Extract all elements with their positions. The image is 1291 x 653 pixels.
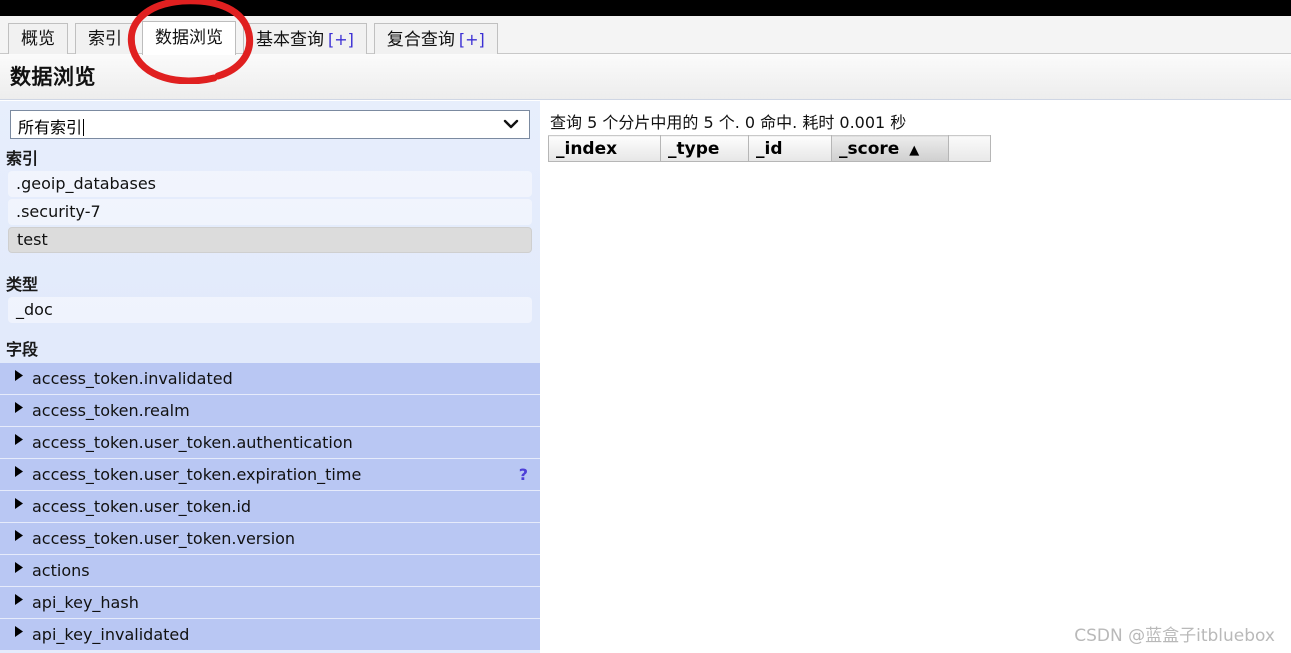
tab-0[interactable]: 概览 — [8, 23, 68, 55]
index-select-dropdown[interactable]: 所有索引 — [10, 110, 530, 139]
tab-plus-marker[interactable]: [+] — [459, 30, 485, 49]
triangle-right-icon[interactable] — [14, 619, 24, 651]
type-list: _doc — [0, 297, 540, 325]
index-select-value-text: 所有索引 — [18, 118, 83, 137]
column-header-label: _type — [668, 138, 720, 159]
field-name: access_token.user_token.authentication — [32, 433, 353, 452]
results-pane: 查询 5 个分片中用的 5 个. 0 命中. 耗时 0.001 秒 _index… — [540, 101, 1291, 653]
tab-label: 索引 — [88, 29, 122, 49]
field-list-item[interactable]: api_key_hash — [0, 587, 540, 619]
tab-label: 数据浏览 — [155, 28, 223, 48]
sort-ascending-icon[interactable]: ▲ — [909, 143, 919, 158]
result-summary: 查询 5 个分片中用的 5 个. 0 命中. 耗时 0.001 秒 — [550, 113, 907, 132]
field-list: access_token.invalidated access_token.rea… — [0, 363, 540, 651]
field-name: actions — [32, 561, 90, 580]
tab-4[interactable]: 复合查询 [+] — [373, 23, 498, 55]
tab-plus-marker[interactable]: [+] — [328, 30, 354, 49]
tab-list: 概览 索引 数据浏览 基本查询 [+] 复合查询 [+] — [8, 21, 498, 55]
column-header-label: _score — [839, 138, 900, 159]
watermark: CSDN @蓝盒子itbluebox — [1074, 626, 1275, 646]
field-list-item[interactable]: access_token.user_token.authentication — [0, 427, 540, 459]
index-select-value: 所有索引 — [18, 114, 85, 138]
index-list-item[interactable]: test — [8, 227, 532, 253]
field-list-item[interactable]: access_token.realm — [0, 395, 540, 427]
type-list-item[interactable]: _doc — [8, 297, 532, 323]
field-list-item[interactable]: access_token.invalidated — [0, 363, 540, 395]
page-heading-band: 数据浏览 — [0, 54, 1291, 100]
triangle-right-icon[interactable] — [14, 555, 24, 587]
column-header[interactable]: _score ▲ — [831, 135, 949, 162]
index-list-item[interactable]: .security-7 — [8, 199, 532, 225]
triangle-right-icon[interactable] — [14, 427, 24, 459]
tab-label: 基本查询 — [256, 30, 324, 50]
page-title: 数据浏览 — [10, 65, 96, 89]
column-header[interactable]: _index — [548, 135, 661, 162]
sidebar: 所有索引 索引 .geoip_databases .security-7 test … — [0, 101, 540, 653]
field-list-item[interactable]: access_token.user_token.expiration_time? — [0, 459, 540, 491]
chevron-down-icon — [502, 117, 520, 135]
tab-3[interactable]: 基本查询 [+] — [243, 23, 367, 55]
column-header[interactable]: _id — [748, 135, 832, 162]
field-name: access_token.user_token.id — [32, 497, 252, 516]
tab-label: 复合查询 — [386, 30, 455, 50]
field-name: access_token.realm — [32, 401, 190, 420]
column-header[interactable] — [948, 135, 991, 162]
field-name: api_key_hash — [32, 593, 139, 612]
column-header-label: _id — [756, 138, 783, 159]
triangle-right-icon[interactable] — [14, 395, 24, 427]
field-name: access_token.user_token.expiration_time — [32, 465, 362, 484]
index-group-label: 索引 — [6, 149, 39, 168]
triangle-right-icon[interactable] — [14, 459, 24, 491]
index-list: .geoip_databases .security-7 test — [0, 171, 540, 255]
triangle-right-icon[interactable] — [14, 363, 24, 395]
column-header[interactable]: _type — [660, 135, 749, 162]
results-table-head: _index _type _id _score ▲ — [548, 135, 991, 162]
field-name: api_key_invalidated — [32, 625, 190, 644]
field-name: access_token.invalidated — [32, 369, 233, 388]
field-list-item[interactable]: access_token.user_token.version — [0, 523, 540, 555]
browser-chrome-strip — [0, 0, 1291, 16]
tab-label: 概览 — [21, 29, 55, 49]
type-group-label: 类型 — [6, 275, 39, 294]
field-group-label: 字段 — [6, 340, 39, 359]
field-list-item[interactable]: access_token.user_token.id — [0, 491, 540, 523]
triangle-right-icon[interactable] — [14, 587, 24, 619]
help-icon[interactable]: ? — [519, 459, 528, 491]
triangle-right-icon[interactable] — [14, 491, 24, 523]
column-header-label: _index — [556, 138, 618, 159]
field-list-item[interactable]: actions — [0, 555, 540, 587]
field-list-item[interactable]: api_key_invalidated — [0, 619, 540, 651]
text-cursor — [83, 119, 85, 136]
results-header-row: _index _type _id _score ▲ — [548, 135, 991, 162]
triangle-right-icon[interactable] — [14, 523, 24, 555]
tab-1[interactable]: 索引 — [75, 23, 135, 55]
tab-strip: 概览 索引 数据浏览 基本查询 [+] 复合查询 [+] — [0, 16, 1291, 55]
field-name: access_token.user_token.version — [32, 529, 296, 548]
tab-2[interactable]: 数据浏览 — [142, 21, 236, 55]
results-table: _index _type _id _score ▲ — [548, 135, 991, 162]
index-list-item[interactable]: .geoip_databases — [8, 171, 532, 197]
